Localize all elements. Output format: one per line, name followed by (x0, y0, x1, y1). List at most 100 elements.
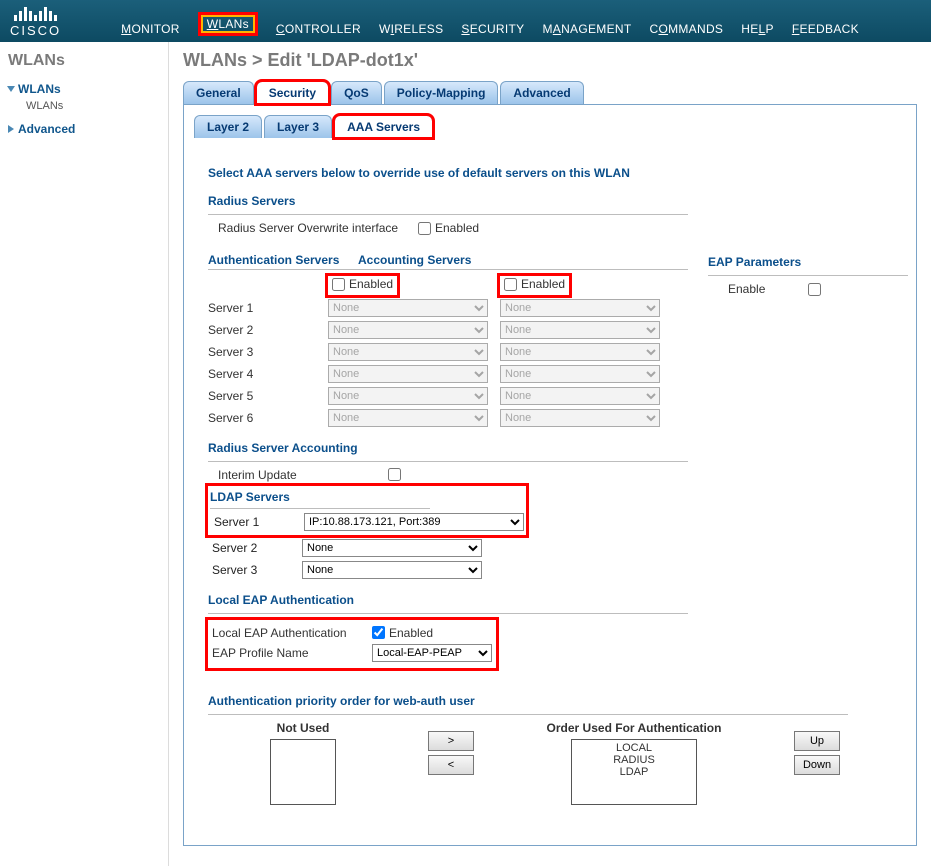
sidebar-item-label: Advanced (18, 122, 75, 136)
divider (208, 714, 848, 715)
server-row-label: Server 6 (208, 411, 328, 425)
interim-update-label: Interim Update (218, 468, 388, 482)
tab-advanced[interactable]: Advanced (500, 81, 583, 104)
section-radius-accounting: Radius Server Accounting (208, 441, 912, 455)
tab-layer2[interactable]: Layer 2 (194, 115, 262, 138)
move-down-button[interactable]: Down (794, 755, 840, 775)
local-eap-enabled-label: Enabled (389, 626, 433, 640)
auth-server-5-select[interactable]: None (328, 387, 488, 405)
server-row-label: Server 5 (208, 389, 328, 403)
nav-security[interactable]: SECURITY (461, 22, 524, 36)
eap-enable-checkbox[interactable] (808, 283, 821, 296)
tab-qos[interactable]: QoS (331, 81, 382, 104)
server-row-label: Server 1 (208, 301, 328, 315)
cisco-logo: CISCO (10, 5, 61, 42)
nav-feedback[interactable]: FEEDBACK (792, 22, 859, 36)
section-acct-servers: Accounting Servers (358, 253, 471, 267)
move-up-button[interactable]: Up (794, 731, 840, 751)
tab-security[interactable]: Security (256, 81, 329, 104)
sidebar-item-label: WLANs (18, 82, 61, 96)
section-eap-params: EAP Parameters (708, 255, 908, 269)
ldap-server-2-label: Server 2 (208, 541, 302, 555)
not-used-listbox[interactable] (270, 739, 336, 805)
nav-wireless[interactable]: WIRELESS (379, 22, 443, 36)
local-eap-auth-checkbox[interactable] (372, 626, 385, 639)
sidebar: WLANs WLANs WLANs Advanced (0, 42, 169, 866)
order-used-label: Order Used For Authentication (504, 721, 764, 735)
auth-server-1-select[interactable]: None (328, 299, 488, 317)
order-used-listbox[interactable]: LOCAL RADIUS LDAP (571, 739, 697, 805)
cisco-logo-text: CISCO (10, 23, 61, 38)
acct-server-1-select[interactable]: None (500, 299, 660, 317)
auth-server-6-select[interactable]: None (328, 409, 488, 427)
acct-server-6-select[interactable]: None (500, 409, 660, 427)
auth-server-4-select[interactable]: None (328, 365, 488, 383)
eap-profile-label: EAP Profile Name (212, 646, 372, 660)
move-right-button[interactable]: > (428, 731, 474, 751)
acct-server-5-select[interactable]: None (500, 387, 660, 405)
tab-aaa-servers[interactable]: AAA Servers (334, 115, 433, 138)
nav-wlans[interactable]: WLANs (198, 12, 258, 36)
server-row-label: Server 3 (208, 345, 328, 359)
sidebar-title: WLANs (8, 52, 168, 70)
auth-enabled-checkbox[interactable] (332, 278, 345, 291)
content-area: WLANs > Edit 'LDAP-dot1x' General Securi… (169, 42, 931, 866)
acct-server-3-select[interactable]: None (500, 343, 660, 361)
eap-enable-label: Enable (708, 282, 808, 296)
acct-enabled-checkbox[interactable] (504, 278, 517, 291)
list-item[interactable]: LDAP (574, 766, 694, 778)
nav-management[interactable]: MANAGEMENT (542, 22, 631, 36)
tabs-secondary: Layer 2 Layer 3 AAA Servers (194, 115, 908, 138)
ldap-highlight-box: LDAP Servers Server 1 IP:10.88.173.121, … (208, 486, 526, 535)
move-left-button[interactable]: < (428, 755, 474, 775)
acct-server-4-select[interactable]: None (500, 365, 660, 383)
auth-server-2-select[interactable]: None (328, 321, 488, 339)
tab-panel-primary: Layer 2 Layer 3 AAA Servers (183, 104, 917, 146)
server-row-label: Server 4 (208, 367, 328, 381)
tab-policy-mapping[interactable]: Policy-Mapping (384, 81, 499, 104)
sidebar-item-wlans-sub[interactable]: WLANs (26, 100, 168, 112)
section-radius-servers: Radius Servers (208, 194, 912, 208)
cisco-logo-bars (14, 5, 57, 21)
eap-profile-select[interactable]: Local-EAP-PEAP (372, 644, 492, 662)
sidebar-item-wlans[interactable]: WLANs (8, 82, 168, 96)
list-item[interactable]: LOCAL (574, 742, 694, 754)
divider (208, 613, 688, 614)
ldap-server-3-label: Server 3 (208, 563, 302, 577)
breadcrumb: WLANs > Edit 'LDAP-dot1x' (183, 50, 917, 71)
list-item[interactable]: RADIUS (574, 754, 694, 766)
local-eap-auth-label: Local EAP Authentication (212, 626, 372, 640)
tabs-primary: General Security QoS Policy-Mapping Adva… (183, 81, 917, 104)
tab-panel-secondary: Select AAA servers below to override use… (183, 146, 917, 846)
divider (208, 461, 688, 462)
chevron-down-icon (7, 86, 15, 92)
sidebar-item-advanced[interactable]: Advanced (8, 122, 168, 136)
nav-commands[interactable]: COMMANDS (649, 22, 723, 36)
not-used-label: Not Used (208, 721, 398, 735)
nav-help[interactable]: HELP (741, 22, 774, 36)
radius-overwrite-checkbox[interactable] (418, 222, 431, 235)
acct-enabled-label: Enabled (521, 277, 565, 291)
auth-server-3-select[interactable]: None (328, 343, 488, 361)
interim-update-checkbox[interactable] (388, 468, 401, 481)
radius-overwrite-enabled-label: Enabled (435, 221, 479, 235)
divider (708, 275, 908, 276)
top-banner: CISCO MONITOR WLANs CONTROLLER WIRELESS … (0, 0, 931, 42)
acct-server-2-select[interactable]: None (500, 321, 660, 339)
divider (208, 269, 688, 270)
section-auth-priority: Authentication priority order for web-au… (208, 694, 912, 708)
nav-controller[interactable]: CONTROLLER (276, 22, 361, 36)
section-auth-servers: Authentication Servers (208, 253, 358, 267)
auth-enabled-label: Enabled (349, 277, 393, 291)
auth-priority-area: Not Used > < Order Used For Authenticati… (208, 721, 912, 805)
divider (208, 214, 688, 215)
nav-monitor[interactable]: MONITOR (121, 22, 180, 36)
ldap-server-1-label: Server 1 (210, 515, 304, 529)
divider (210, 508, 430, 509)
tab-layer3[interactable]: Layer 3 (264, 115, 332, 138)
chevron-right-icon (8, 125, 14, 133)
ldap-server-2-select[interactable]: None (302, 539, 482, 557)
ldap-server-1-select[interactable]: IP:10.88.173.121, Port:389 (304, 513, 524, 531)
ldap-server-3-select[interactable]: None (302, 561, 482, 579)
tab-general[interactable]: General (183, 81, 254, 104)
